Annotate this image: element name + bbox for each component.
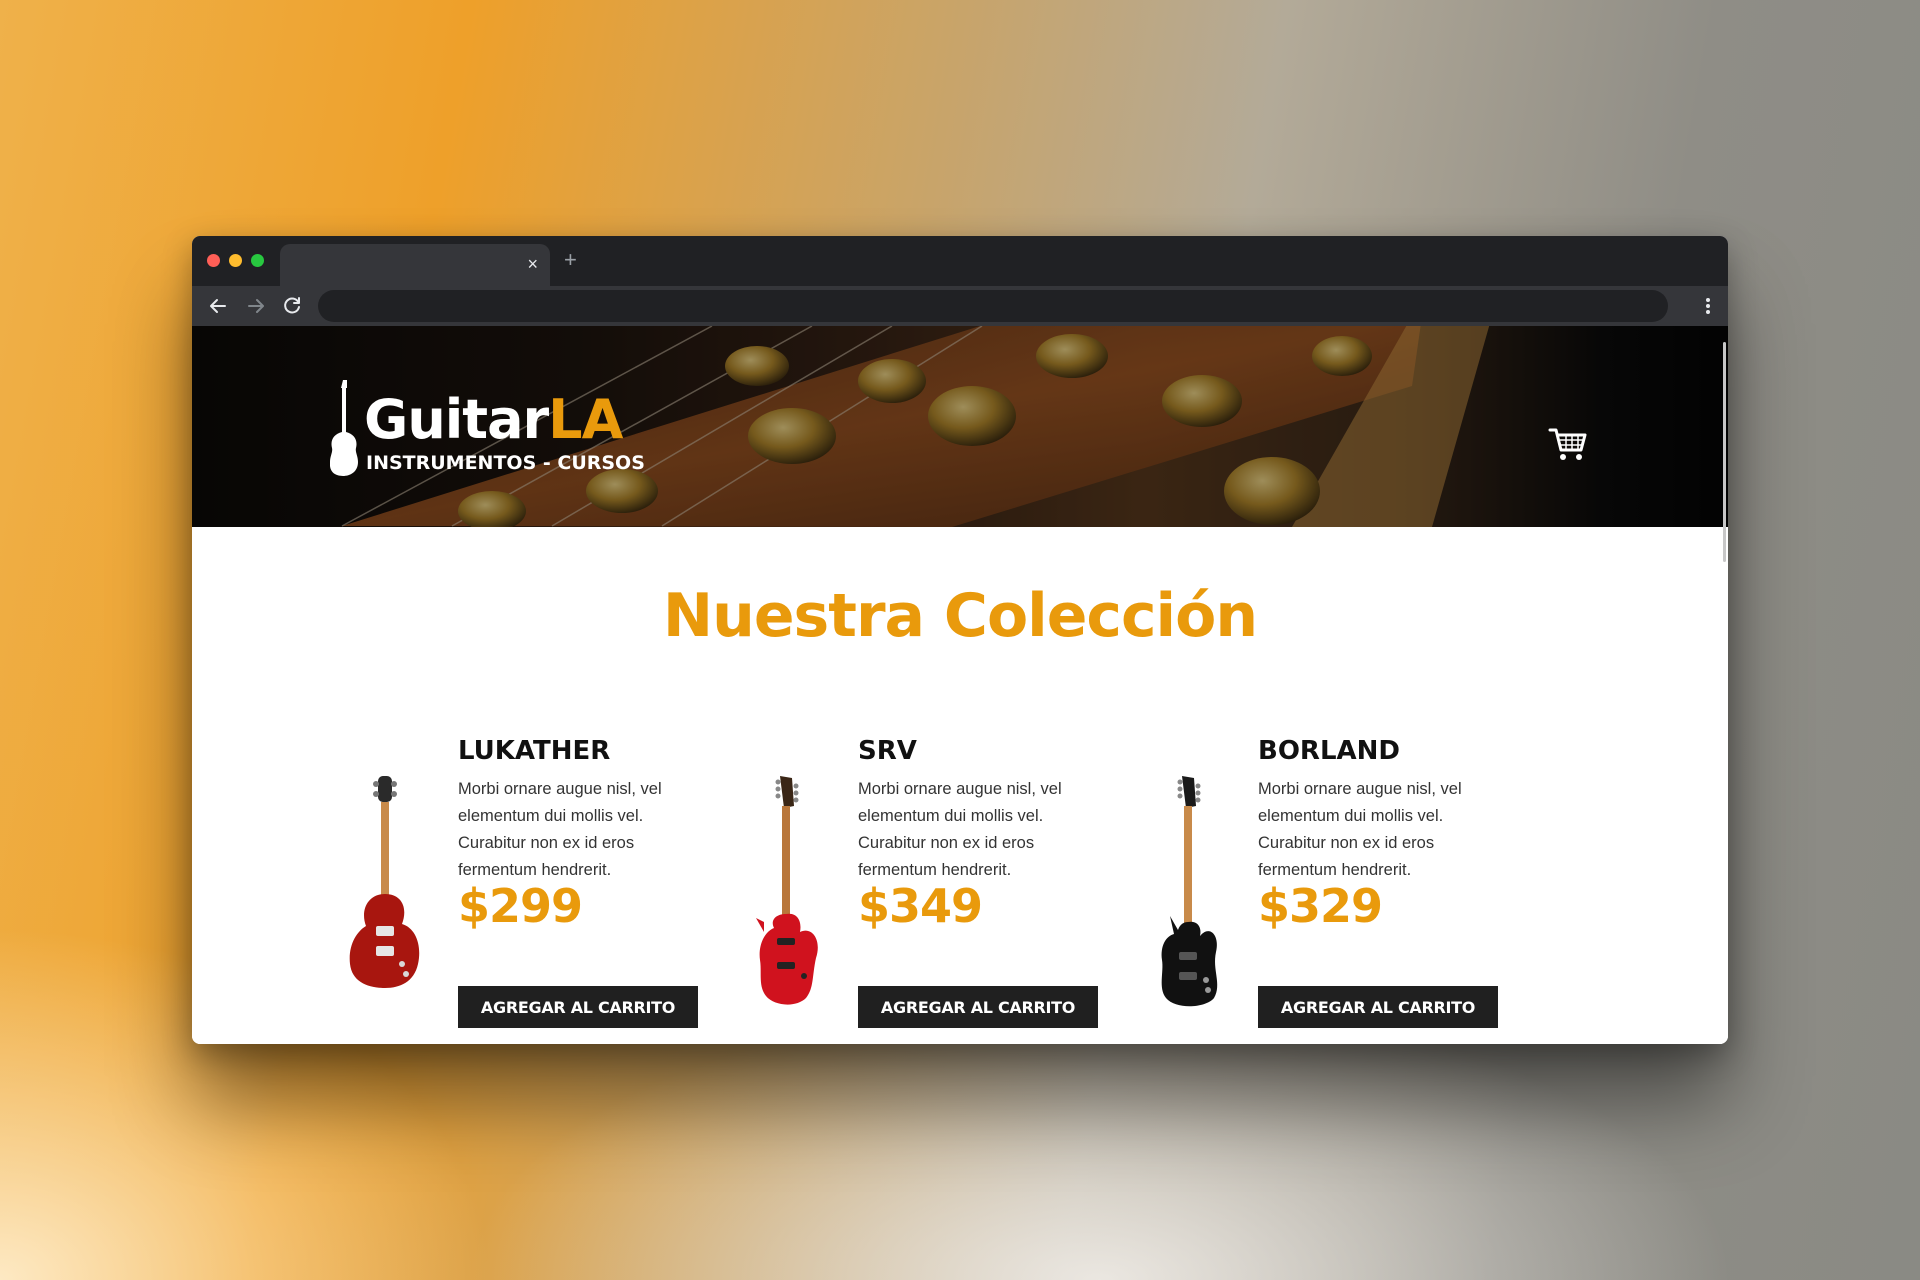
back-arrow-icon[interactable]	[206, 294, 230, 318]
tab-close-icon[interactable]: ×	[527, 254, 538, 274]
collection-heading: Nuestra Colección	[662, 581, 1258, 651]
product-price: $299	[458, 879, 583, 933]
product-name: LUKATHER	[458, 736, 611, 766]
product-card-borland: BORLAND Morbi ornare augue nisl, vel ele…	[1140, 736, 1540, 1036]
minimize-window-button[interactable]	[229, 254, 242, 267]
product-name: BORLAND	[1258, 736, 1400, 766]
browser-window: × + GuitarLA INSTRUMENTOS - CURSOS Nuest…	[192, 236, 1728, 1044]
reload-icon[interactable]	[280, 294, 304, 318]
browser-toolbar	[192, 286, 1728, 326]
site-logo[interactable]: GuitarLA	[364, 388, 623, 451]
product-description: Morbi ornare augue nisl, vel elementum d…	[858, 780, 1062, 879]
product-description: Morbi ornare augue nisl, vel elementum d…	[1258, 780, 1462, 879]
page-viewport: GuitarLA INSTRUMENTOS - CURSOS Nuestra C…	[192, 326, 1728, 1044]
forward-arrow-icon[interactable]	[244, 294, 268, 318]
product-card-lukather: LUKATHER Morbi ornare augue nisl, vel el…	[340, 736, 740, 1036]
guitar-image-srv	[756, 776, 818, 1005]
product-price: $349	[858, 879, 983, 933]
new-tab-button[interactable]: +	[564, 248, 577, 272]
kebab-menu-icon[interactable]	[1704, 294, 1712, 318]
add-to-cart-button[interactable]: AGREGAR AL CARRITO	[1258, 986, 1498, 1028]
page-scrollbar[interactable]	[1723, 342, 1726, 562]
guitar-image-lukather	[349, 776, 420, 988]
maximize-window-button[interactable]	[251, 254, 264, 267]
logo-subtitle: INSTRUMENTOS - CURSOS	[366, 452, 645, 474]
product-name: SRV	[858, 736, 917, 766]
tab-bar: × +	[192, 236, 1728, 286]
product-description: Morbi ornare augue nisl, vel elementum d…	[458, 780, 662, 879]
add-to-cart-button[interactable]: AGREGAR AL CARRITO	[858, 986, 1098, 1028]
shopping-cart-icon[interactable]	[1548, 426, 1588, 462]
product-price: $329	[1258, 879, 1383, 933]
add-to-cart-button[interactable]: AGREGAR AL CARRITO	[458, 986, 698, 1028]
address-bar[interactable]	[318, 290, 1668, 322]
site-header: GuitarLA INSTRUMENTOS - CURSOS	[192, 326, 1728, 527]
logo-main-text: Guitar	[364, 388, 549, 451]
browser-tab[interactable]: ×	[280, 244, 550, 286]
guitar-image-borland	[1161, 776, 1218, 1007]
logo-accent-text: LA	[548, 388, 623, 451]
close-window-button[interactable]	[207, 254, 220, 267]
product-card-srv: SRV Morbi ornare augue nisl, vel element…	[740, 736, 1140, 1036]
